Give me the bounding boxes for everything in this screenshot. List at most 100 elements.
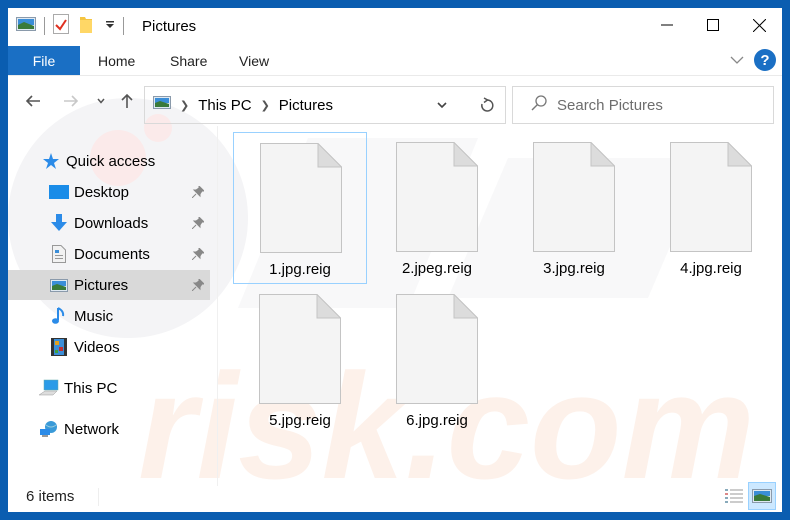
chevron-down-icon (97, 98, 105, 104)
sidebar-item-music[interactable]: Music (48, 301, 210, 331)
file-item[interactable]: 4.jpg.reig (644, 132, 778, 284)
file-item[interactable]: 3.jpg.reig (507, 132, 641, 284)
address-history-dropdown[interactable] (429, 87, 455, 123)
tab-share[interactable]: Share (170, 46, 207, 75)
breadcrumb-this-pc[interactable]: This PC (198, 97, 251, 114)
file-item[interactable]: 1.jpg.reig (233, 132, 367, 284)
new-folder-icon[interactable] (79, 14, 93, 39)
up-button[interactable] (118, 90, 136, 112)
file-name: 5.jpg.reig (269, 412, 331, 429)
details-view-button[interactable] (720, 482, 748, 510)
file-item[interactable]: 5.jpg.reig (233, 284, 367, 436)
blank-file-icon (259, 294, 341, 404)
recent-locations-button[interactable] (94, 90, 108, 112)
file-name: 2.jpeg.reig (401, 260, 473, 277)
computer-icon (38, 378, 60, 398)
close-button[interactable] (736, 8, 782, 42)
sidebar-item-pictures[interactable]: Pictures (8, 270, 210, 300)
breadcrumb-separator: ❯ (180, 99, 190, 112)
tab-file[interactable]: File (8, 46, 80, 75)
minimize-icon (661, 24, 673, 26)
arrow-right-icon (64, 95, 79, 107)
tab-home[interactable]: Home (98, 46, 135, 75)
sidebar-item-label: This PC (64, 379, 118, 397)
blank-file-icon (533, 142, 615, 252)
blank-file-icon (396, 142, 478, 252)
arrow-left-icon (25, 95, 40, 107)
back-button[interactable] (22, 90, 44, 112)
music-icon (48, 306, 70, 326)
refresh-icon (480, 97, 494, 112)
refresh-button[interactable] (468, 86, 506, 124)
explorer-window: risk.com Pictures File Home Share View ?… (8, 8, 782, 512)
breadcrumb-pictures[interactable]: Pictures (279, 97, 333, 114)
expand-ribbon-button[interactable] (730, 51, 744, 69)
pin-icon[interactable] (191, 246, 206, 264)
maximize-button[interactable] (690, 8, 736, 42)
videos-icon (48, 337, 70, 357)
sidebar-item-network[interactable]: Network (38, 414, 210, 444)
sidebar-item-desktop[interactable]: Desktop (48, 177, 210, 207)
network-icon (38, 419, 60, 439)
chevron-down-icon (437, 101, 447, 108)
large-icons-view-button[interactable] (748, 482, 776, 510)
title-bar: Pictures (8, 8, 782, 44)
help-button[interactable]: ? (754, 49, 776, 71)
details-view-icon (725, 489, 743, 503)
status-separator (98, 488, 99, 506)
sidebar-item-label: Music (74, 307, 114, 325)
star-icon (40, 151, 62, 171)
forward-button[interactable] (60, 90, 82, 112)
sidebar-item-label: Desktop (74, 183, 130, 201)
minimize-button[interactable] (644, 8, 690, 42)
sidebar-item-label: Documents (74, 245, 150, 263)
search-input[interactable]: Search Pictures (557, 97, 663, 114)
qat-separator (123, 17, 124, 35)
file-name: 3.jpg.reig (543, 260, 605, 277)
sidebar-item-this-pc[interactable]: This PC (38, 373, 210, 403)
search-icon (531, 94, 547, 116)
file-name: 6.jpg.reig (406, 412, 468, 429)
pin-icon[interactable] (191, 215, 206, 233)
file-item[interactable]: 6.jpg.reig (370, 284, 504, 436)
sidebar-item-label: Quick access (66, 152, 156, 170)
large-icons-view-icon (752, 489, 772, 503)
download-icon (48, 213, 70, 233)
customize-qat-icon[interactable] (105, 17, 115, 35)
close-icon (752, 18, 766, 32)
sidebar-item-quick-access[interactable]: Quick access (40, 146, 210, 176)
chevron-down-icon (730, 56, 744, 64)
sidebar-divider (217, 126, 218, 486)
ribbon: File Home Share View ? (8, 46, 782, 76)
pictures-icon (48, 275, 70, 295)
navigation-pane: Quick access Desktop Downloads Documents… (8, 138, 210, 478)
address-bar[interactable]: ❯ This PC ❯ Pictures (144, 86, 506, 124)
sidebar-item-label: Network (64, 420, 120, 438)
sidebar-item-label: Pictures (74, 276, 129, 294)
breadcrumb-separator: ❯ (260, 99, 270, 112)
item-count: 6 items (26, 488, 75, 505)
blank-file-icon (260, 143, 342, 253)
search-box[interactable]: Search Pictures (512, 86, 774, 124)
arrow-up-icon (121, 93, 133, 108)
sidebar-item-videos[interactable]: Videos (48, 332, 210, 362)
documents-icon (48, 244, 70, 264)
blank-file-icon (396, 294, 478, 404)
properties-icon[interactable] (53, 13, 69, 39)
pin-icon[interactable] (191, 277, 206, 295)
sidebar-item-label: Downloads (74, 214, 149, 232)
pictures-icon (16, 16, 36, 36)
sidebar-item-downloads[interactable]: Downloads (48, 208, 210, 238)
qat-separator (44, 17, 45, 35)
quick-access-toolbar (16, 13, 132, 39)
blank-file-icon (670, 142, 752, 252)
window-title: Pictures (142, 18, 197, 35)
tab-view[interactable]: View (239, 46, 269, 75)
file-item[interactable]: 2.jpeg.reig (370, 132, 504, 284)
pictures-icon (153, 96, 171, 114)
sidebar-item-label: Videos (74, 338, 120, 356)
sidebar-item-documents[interactable]: Documents (48, 239, 210, 269)
pin-icon[interactable] (191, 184, 206, 202)
file-name: 4.jpg.reig (680, 260, 742, 277)
file-name: 1.jpg.reig (269, 261, 331, 278)
